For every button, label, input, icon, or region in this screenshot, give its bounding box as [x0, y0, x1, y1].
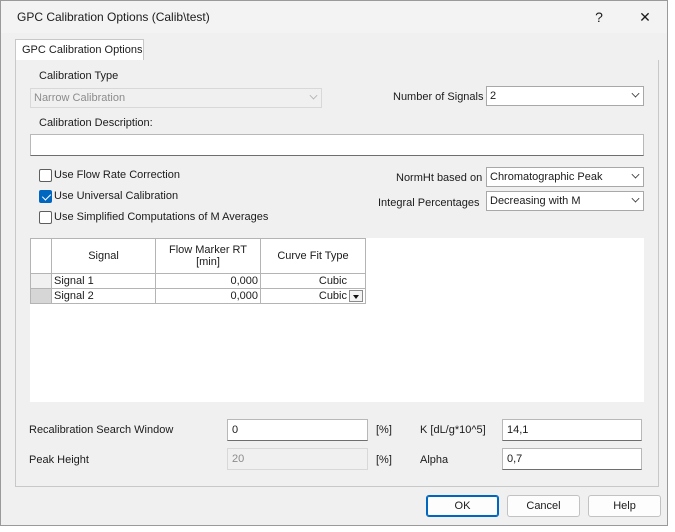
ok-button[interactable]: OK: [426, 495, 499, 517]
number-of-signals-label: Number of Signals: [393, 91, 484, 103]
help-icon[interactable]: ?: [585, 7, 613, 27]
chevron-down-icon: [631, 89, 640, 98]
peak-height-field[interactable]: 20: [227, 448, 368, 470]
simplified-computations-label: Use Simplified Computations of M Average…: [54, 211, 269, 223]
integral-percentages-label: Integral Percentages: [378, 197, 480, 209]
recalibration-unit-label: [%]: [376, 424, 392, 436]
universal-calibration-label: Use Universal Calibration: [54, 190, 179, 202]
chevron-down-icon: [309, 91, 318, 100]
table-row[interactable]: Signal 1 0,000 Cubic: [30, 273, 366, 289]
calibration-type-value: Narrow Calibration: [34, 92, 126, 104]
row-header-selected[interactable]: [30, 288, 52, 304]
column-header-flow-marker-rt-text: Flow Marker RT [min]: [168, 244, 248, 268]
chevron-down-icon: [631, 170, 640, 179]
curve-fit-type-value: Cubic: [318, 289, 347, 302]
calibration-type-label: Calibration Type: [39, 70, 119, 82]
peak-height-label: Peak Height: [29, 454, 89, 466]
column-header-signal[interactable]: Signal: [51, 238, 156, 274]
alpha-label: Alpha: [420, 454, 449, 466]
checkbox-box[interactable]: [39, 169, 52, 182]
signal-grid: Signal Flow Marker RT [min] Curve Fit Ty…: [30, 238, 366, 304]
checkbox-box[interactable]: [39, 211, 52, 224]
integral-percentages-select[interactable]: Decreasing with M: [486, 191, 644, 211]
flow-marker-rt-cell[interactable]: 0,000: [155, 273, 261, 289]
dialog-window: GPC Calibration Options (Calib\test) ? ✕…: [0, 0, 668, 526]
number-of-signals-value: 2: [490, 90, 497, 102]
curve-fit-type-cell-active[interactable]: Cubic: [260, 288, 366, 304]
alpha-field[interactable]: 0,7: [502, 448, 642, 470]
help-button[interactable]: Help: [588, 495, 661, 517]
calibration-description-field[interactable]: [30, 134, 644, 156]
normht-based-on-value: Chromatographic Peak: [490, 171, 603, 183]
normht-based-on-label: NormHt based on: [396, 172, 483, 184]
dropdown-arrow-icon[interactable]: [349, 289, 363, 302]
cancel-button[interactable]: Cancel: [507, 495, 580, 517]
tab-gpc-calibration-options[interactable]: GPC Calibration Options: [15, 39, 144, 61]
recalibration-search-window-field[interactable]: 0: [227, 419, 368, 441]
chevron-down-icon: [631, 194, 640, 203]
flow-marker-rt-cell[interactable]: 0,000: [155, 288, 261, 304]
column-header-curve-fit-type[interactable]: Curve Fit Type: [260, 238, 366, 274]
grid-header-row: Signal Flow Marker RT [min] Curve Fit Ty…: [30, 238, 366, 274]
signal-cell[interactable]: Signal 1: [51, 273, 156, 289]
column-header-flow-marker-rt[interactable]: Flow Marker RT [min]: [155, 238, 261, 274]
title-bar: GPC Calibration Options (Calib\test) ? ✕: [1, 1, 667, 33]
table-row[interactable]: Signal 2 0,000 Cubic: [30, 288, 366, 304]
normht-based-on-select[interactable]: Chromatographic Peak: [486, 167, 644, 187]
peak-height-unit-label: [%]: [376, 454, 392, 466]
calibration-type-select[interactable]: Narrow Calibration: [30, 88, 322, 108]
integral-percentages-value: Decreasing with M: [490, 195, 581, 207]
number-of-signals-select[interactable]: 2: [486, 86, 644, 106]
flow-rate-correction-label: Use Flow Rate Correction: [54, 169, 180, 181]
close-icon[interactable]: ✕: [631, 7, 659, 27]
checkbox-box-checked[interactable]: [39, 190, 52, 203]
recalibration-search-window-label: Recalibration Search Window: [29, 424, 174, 436]
curve-fit-type-cell[interactable]: Cubic: [260, 273, 366, 289]
k-field[interactable]: 14,1: [502, 419, 642, 441]
window-title: GPC Calibration Options (Calib\test): [17, 10, 210, 24]
signal-cell[interactable]: Signal 2: [51, 288, 156, 304]
grid-corner: [30, 238, 52, 274]
row-header[interactable]: [30, 273, 52, 289]
calibration-description-label: Calibration Description:: [39, 117, 153, 129]
k-label: K [dL/g*10^5]: [420, 424, 486, 436]
